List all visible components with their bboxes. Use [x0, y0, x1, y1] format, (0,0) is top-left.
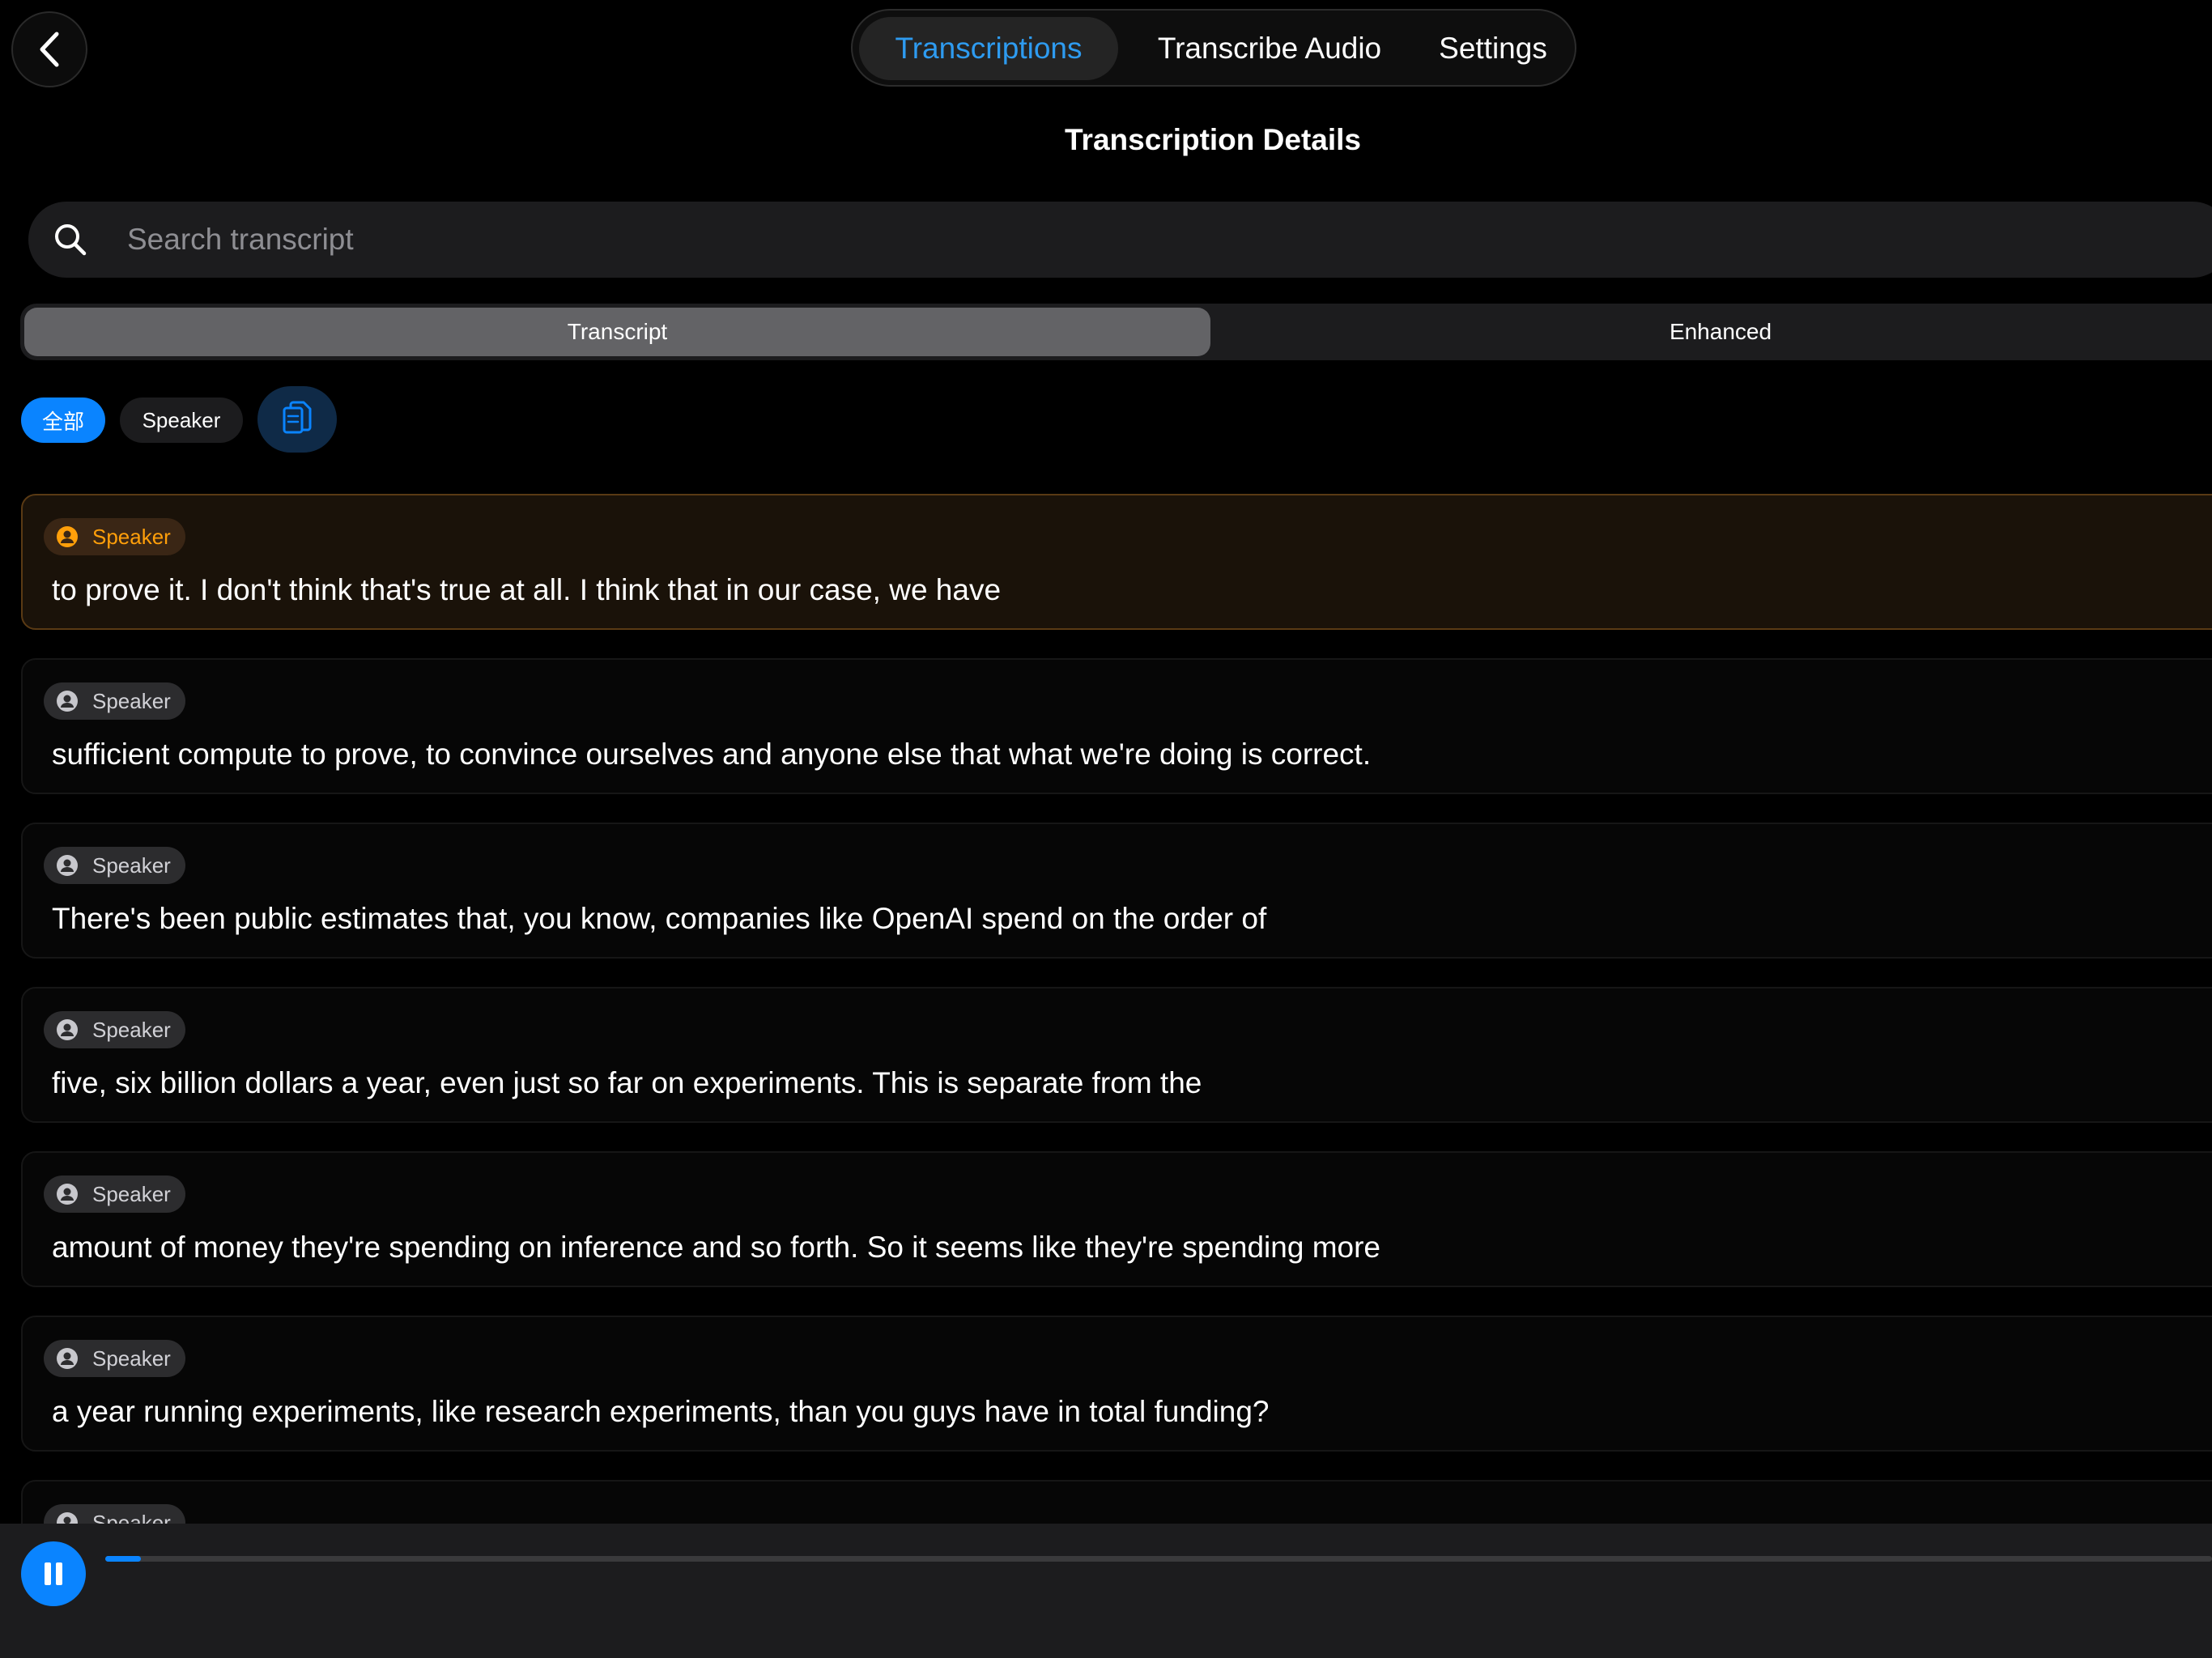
search-icon	[55, 224, 87, 256]
tab-transcriptions[interactable]: Transcriptions	[859, 17, 1118, 80]
speaker-label: Speaker	[92, 688, 171, 713]
segment-text: a year running experiments, like researc…	[52, 1395, 1270, 1428]
speaker-badge[interactable]: Speaker	[44, 1175, 185, 1213]
transcript-segment[interactable]: Speaker sufficient compute to prove, to …	[21, 658, 2212, 794]
search-bar	[28, 202, 2212, 278]
tab-transcribe-audio[interactable]: Transcribe Audio	[1129, 17, 1410, 80]
speaker-badge[interactable]: Speaker	[44, 682, 185, 720]
person-icon	[57, 1019, 78, 1040]
person-icon	[57, 1348, 78, 1369]
tab-enhanced[interactable]: Enhanced	[1214, 308, 2212, 356]
filter-speaker-chip[interactable]: Speaker	[120, 397, 243, 443]
person-icon	[57, 855, 78, 876]
segment-text: sufficient compute to prove, to convince…	[52, 738, 1372, 771]
filter-all-chip[interactable]: 全部	[21, 397, 105, 443]
speaker-badge[interactable]: Speaker	[44, 1340, 185, 1377]
copy-icon	[283, 401, 312, 434]
speaker-badge[interactable]: Speaker	[44, 1011, 185, 1048]
view-mode-toggle: Transcript Enhanced	[20, 304, 2212, 360]
back-button[interactable]	[11, 11, 87, 87]
audio-player	[0, 1524, 2212, 1658]
speaker-label: Speaker	[92, 1017, 171, 1042]
speaker-label: Speaker	[92, 852, 171, 878]
speaker-badge[interactable]: Speaker	[44, 847, 185, 884]
segment-text: amount of money they're spending on infe…	[52, 1231, 1381, 1264]
person-icon	[57, 1184, 78, 1205]
page-title: Transcription Details	[1065, 123, 1361, 156]
person-icon	[57, 526, 78, 547]
chevron-left-icon	[40, 32, 59, 67]
person-icon	[57, 691, 78, 712]
segment-text: There's been public estimates that, you …	[52, 902, 1267, 935]
transcript-segment[interactable]: Speaker five, six billion dollars a year…	[21, 987, 2212, 1123]
speaker-label: Speaker	[92, 1346, 171, 1371]
transcript-segment[interactable]: Speaker There's been public estimates th…	[21, 823, 2212, 959]
transcript-segment[interactable]: Speaker to prove it. I don't think that'…	[21, 494, 2212, 630]
main-navigation: Transcriptions Transcribe Audio Settings	[851, 9, 1576, 87]
transcript-segment[interactable]: Speaker amount of money they're spending…	[21, 1151, 2212, 1287]
playback-progress-bar[interactable]	[105, 1556, 2212, 1562]
transcription-details-screen: Transcriptions Transcribe Audio Settings…	[0, 0, 2212, 1658]
pause-icon	[45, 1562, 62, 1585]
tab-transcript[interactable]: Transcript	[24, 308, 1210, 356]
speaker-label: Speaker	[92, 1181, 171, 1206]
copy-button[interactable]	[257, 386, 337, 453]
search-input[interactable]	[98, 202, 2122, 278]
speaker-label: Speaker	[92, 524, 171, 549]
playback-progress-fill	[105, 1556, 142, 1562]
segment-text: to prove it. I don't think that's true a…	[52, 573, 1002, 606]
pause-button[interactable]	[21, 1541, 86, 1606]
segment-text: five, six billion dollars a year, even j…	[52, 1066, 1202, 1099]
speaker-badge[interactable]: Speaker	[44, 518, 185, 555]
transcript-segment[interactable]: Speaker a year running experiments, like…	[21, 1316, 2212, 1452]
tab-settings[interactable]: Settings	[1419, 17, 1567, 80]
